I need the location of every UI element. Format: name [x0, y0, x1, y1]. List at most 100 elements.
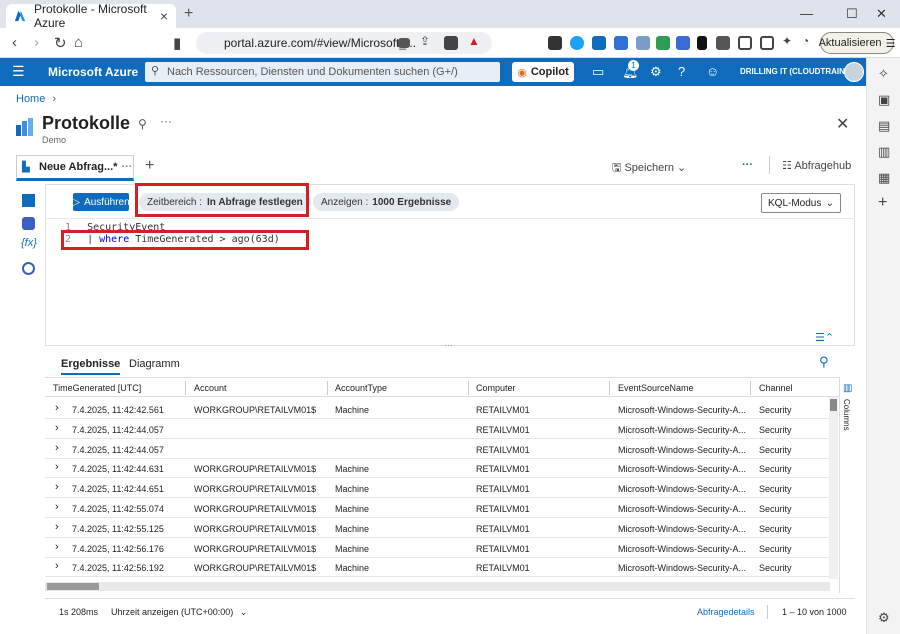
- tables-icon[interactable]: [22, 194, 35, 207]
- extension-icon-6[interactable]: [656, 36, 670, 50]
- add-panel-icon[interactable]: +: [878, 194, 887, 212]
- table-row[interactable]: › 7.4.2025, 11:42:44.631 WORKGROUP\RETAILV…: [45, 458, 829, 479]
- cloud-shell-icon[interactable]: ▭: [592, 64, 604, 80]
- puzzle-icon[interactable]: [716, 36, 730, 50]
- expand-row-icon[interactable]: ›: [55, 402, 59, 414]
- feedback-icon[interactable]: ☺: [706, 64, 719, 79]
- extension-icon-4[interactable]: [614, 36, 628, 50]
- avatar[interactable]: [844, 62, 864, 82]
- settings-icon[interactable]: ⚙: [650, 64, 662, 80]
- media-icon[interactable]: ▣: [878, 92, 890, 108]
- rail-settings-icon[interactable]: ⚙: [878, 610, 890, 626]
- vertical-scrollbar[interactable]: [829, 397, 838, 579]
- expand-row-icon[interactable]: ›: [55, 442, 59, 454]
- query-tab-more-icon[interactable]: ···: [121, 161, 132, 173]
- expand-row-icon[interactable]: ›: [55, 422, 59, 434]
- bookmarks-side-icon[interactable]: ▥: [878, 144, 890, 160]
- bookmark-icon[interactable]: ▮: [173, 34, 181, 52]
- vertical-scroll-thumb[interactable]: [830, 399, 837, 411]
- column-header[interactable]: EventSourceName: [618, 383, 694, 393]
- column-divider[interactable]: [750, 381, 751, 395]
- save-button[interactable]: 🖫︎ Speichern ⌄: [612, 159, 686, 178]
- browser-tab[interactable]: Protokolle - Microsoft Azure ×: [6, 2, 176, 30]
- leo-icon[interactable]: ✦: [782, 34, 792, 48]
- run-button[interactable]: ▷ Ausführen: [72, 193, 130, 211]
- breadcrumb[interactable]: Home ›: [16, 93, 56, 105]
- query-details-link[interactable]: Abfragedetails: [697, 607, 755, 617]
- extension-icon-1[interactable]: [548, 36, 562, 50]
- result-limit-picker[interactable]: Anzeigen : 1000 Ergebnisse: [313, 193, 460, 211]
- extension-icon-5[interactable]: [636, 36, 650, 50]
- maximize-icon[interactable]: ☐: [846, 6, 858, 22]
- search-results-icon[interactable]: ⚲: [819, 354, 829, 370]
- new-tab-icon[interactable]: +: [184, 5, 193, 23]
- install-app-icon[interactable]: [398, 38, 410, 48]
- more-icon[interactable]: ···: [160, 114, 172, 128]
- tab-chart[interactable]: Diagramm: [129, 358, 180, 370]
- close-icon[interactable]: ✕: [836, 114, 849, 134]
- expand-row-icon[interactable]: ›: [55, 541, 59, 553]
- extension-icon-3[interactable]: [592, 36, 606, 50]
- functions-icon[interactable]: {fx}: [21, 237, 37, 249]
- expand-row-icon[interactable]: ›: [55, 521, 59, 533]
- window-close-icon[interactable]: ✕: [876, 6, 887, 22]
- reading-list-icon[interactable]: ▦: [878, 170, 890, 186]
- help-icon[interactable]: ?: [678, 64, 685, 79]
- column-header[interactable]: Account: [194, 383, 227, 393]
- wallet-side-icon[interactable]: ▤: [878, 118, 890, 134]
- column-header[interactable]: Computer: [476, 383, 516, 393]
- column-divider[interactable]: [185, 381, 186, 395]
- pin-icon[interactable]: ⚲: [138, 117, 147, 131]
- expand-row-icon[interactable]: ›: [55, 481, 59, 493]
- hamburger-icon[interactable]: ☰: [12, 63, 25, 80]
- extension-icon-2[interactable]: [570, 36, 584, 50]
- table-row[interactable]: › 7.4.2025, 11:42:44.651 WORKGROUP\RETAILV…: [45, 478, 829, 499]
- queries-icon[interactable]: [22, 217, 35, 230]
- table-row[interactable]: › 7.4.2025, 11:42:44.057 RETAILVM01 Microso…: [45, 439, 829, 459]
- copilot-button[interactable]: ◉ Copilot: [512, 62, 574, 82]
- brave-rewards-icon[interactable]: ▲: [468, 34, 480, 48]
- more-actions-icon[interactable]: ···: [742, 159, 753, 171]
- kql-mode-select[interactable]: KQL-Modus ⌄: [761, 193, 841, 213]
- expand-row-icon[interactable]: ›: [55, 461, 59, 473]
- copilot-sidebar-icon[interactable]: ✧: [878, 66, 889, 82]
- sidebar-toggle-icon[interactable]: [738, 36, 752, 50]
- table-row[interactable]: › 7.4.2025, 11:42:55.074 WORKGROUP\RETAILV…: [45, 498, 829, 518]
- table-row[interactable]: › 7.4.2025, 11:42:55.125 WORKGROUP\RETAILV…: [45, 518, 829, 538]
- time-display-select[interactable]: Uhrzeit anzeigen (UTC+00:00) ⌄: [111, 607, 247, 618]
- expand-row-icon[interactable]: ›: [55, 501, 59, 513]
- expand-row-icon[interactable]: ›: [55, 560, 59, 572]
- table-row[interactable]: › 7.4.2025, 11:42:44.057 RETAILVM01 Microso…: [45, 419, 829, 439]
- column-header[interactable]: Channel: [759, 383, 793, 393]
- reload-icon[interactable]: ↻: [54, 34, 67, 52]
- back-icon[interactable]: ‹: [12, 34, 17, 51]
- column-header[interactable]: AccountType: [335, 383, 387, 393]
- minimize-icon[interactable]: —: [800, 6, 813, 21]
- update-button[interactable]: Aktualisieren ☰: [819, 32, 895, 54]
- column-header[interactable]: TimeGenerated [UTC]: [53, 383, 141, 393]
- query-tab[interactable]: ▙ Neue Abfrag...* ···: [16, 155, 134, 181]
- close-tab-icon[interactable]: ×: [160, 8, 168, 24]
- collapse-icon[interactable]: ☰⌃: [815, 331, 834, 344]
- horizontal-scroll-thumb[interactable]: [47, 583, 99, 590]
- share-icon[interactable]: ⇪: [420, 34, 430, 48]
- tenant-name[interactable]: DRILLING IT (CLOUDTRAIN.DE): [740, 67, 861, 76]
- brave-shield-icon[interactable]: [444, 36, 458, 50]
- home-icon[interactable]: ⌂: [74, 34, 83, 51]
- table-row[interactable]: › 7.4.2025, 11:42:42.561 WORKGROUP\RETAILV…: [45, 399, 829, 419]
- history-icon[interactable]: [22, 262, 35, 275]
- extension-icon-7[interactable]: [676, 36, 690, 50]
- table-row[interactable]: › 7.4.2025, 11:42:56.192 WORKGROUP\RETAILV…: [45, 557, 829, 578]
- column-divider[interactable]: [609, 381, 610, 395]
- lock-icon[interactable]: [697, 36, 707, 50]
- columns-panel-toggle[interactable]: ▥ Columns: [839, 377, 855, 593]
- forward-icon[interactable]: ›: [34, 34, 39, 51]
- table-row[interactable]: › 7.4.2025, 11:42:56.176 WORKGROUP\RETAILV…: [45, 538, 829, 558]
- column-divider[interactable]: [327, 381, 328, 395]
- new-query-tab-icon[interactable]: +: [145, 157, 154, 175]
- resize-handle-icon[interactable]: ···: [444, 340, 453, 350]
- horizontal-scrollbar[interactable]: [45, 582, 830, 591]
- wallet-icon[interactable]: [760, 36, 774, 50]
- column-divider[interactable]: [468, 381, 469, 395]
- breadcrumb-home[interactable]: Home: [16, 93, 45, 105]
